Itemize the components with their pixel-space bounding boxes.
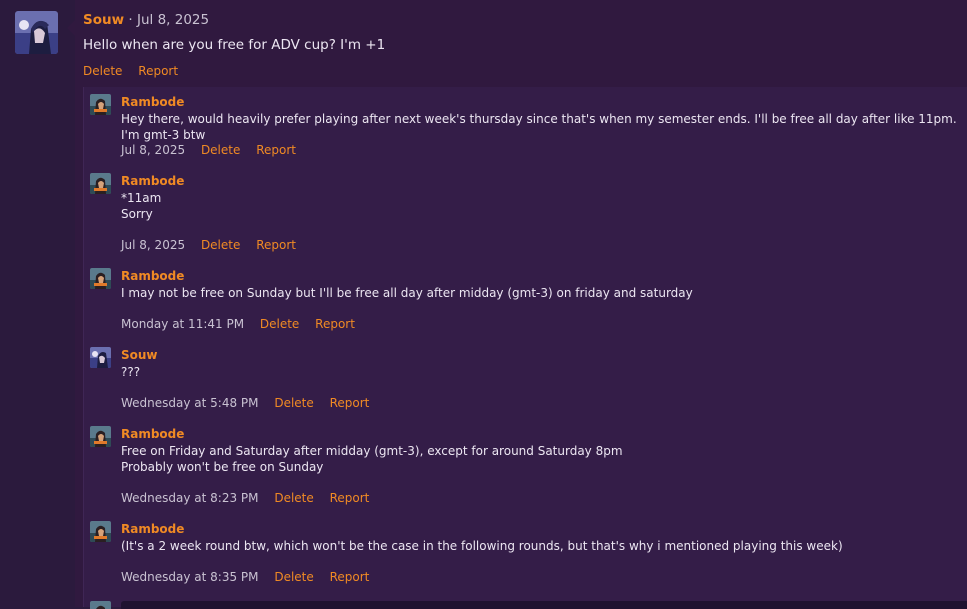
- reply-author[interactable]: Souw: [121, 348, 158, 362]
- delete-button[interactable]: Delete: [201, 238, 240, 252]
- avatar[interactable]: [15, 11, 58, 54]
- post-body: Hello when are you free for ADV cup? I'm…: [83, 37, 386, 53]
- reply-meta: Wednesday at 5:48 PM Delete Report: [121, 396, 381, 410]
- replies-list: Rambode Hey there, would heavily prefer …: [83, 87, 967, 609]
- reply-meta: Wednesday at 8:35 PM Delete Report: [121, 570, 381, 584]
- reply-date[interactable]: Jul 8, 2025: [121, 143, 185, 157]
- reply-author[interactable]: Rambode: [121, 269, 184, 283]
- reply-text: ???: [121, 365, 141, 379]
- avatar[interactable]: [90, 268, 111, 289]
- report-button[interactable]: Report: [330, 570, 370, 584]
- post-actions: Delete Report: [83, 64, 190, 78]
- avatar: [90, 601, 111, 609]
- avatar[interactable]: [90, 426, 111, 447]
- report-button[interactable]: Report: [138, 64, 178, 78]
- reply-author[interactable]: Rambode: [121, 522, 184, 536]
- avatar-column: [0, 0, 75, 607]
- avatar[interactable]: [90, 347, 111, 368]
- post-date[interactable]: Jul 8, 2025: [137, 12, 209, 28]
- reply-date[interactable]: Jul 8, 2025: [121, 238, 185, 252]
- reply-meta: Wednesday at 8:23 PM Delete Report: [121, 491, 381, 505]
- reply-text: Free on Friday and Saturday after midday…: [121, 444, 623, 474]
- report-button[interactable]: Report: [330, 491, 370, 505]
- post-header: Souw · Jul 8, 2025: [83, 12, 209, 28]
- reply-date[interactable]: Wednesday at 5:48 PM: [121, 396, 259, 410]
- delete-button[interactable]: Delete: [274, 570, 313, 584]
- reply-meta: Monday at 11:41 PM Delete Report: [121, 317, 367, 331]
- reply-author[interactable]: Rambode: [121, 95, 184, 109]
- reply-text: Hey there, would heavily prefer playing …: [121, 112, 957, 142]
- report-button[interactable]: Report: [256, 238, 296, 252]
- reply-text: *11am Sorry: [121, 191, 162, 221]
- delete-button[interactable]: Delete: [260, 317, 299, 331]
- reply-author[interactable]: Rambode: [121, 174, 184, 188]
- report-button[interactable]: Report: [315, 317, 355, 331]
- post-author[interactable]: Souw: [83, 12, 124, 28]
- reply-date[interactable]: Monday at 11:41 PM: [121, 317, 244, 331]
- avatar[interactable]: [90, 94, 111, 115]
- reply-input[interactable]: [121, 601, 967, 609]
- delete-button[interactable]: Delete: [83, 64, 122, 78]
- reply-date[interactable]: Wednesday at 8:23 PM: [121, 491, 259, 505]
- delete-button[interactable]: Delete: [274, 491, 313, 505]
- avatar[interactable]: [90, 521, 111, 542]
- report-button[interactable]: Report: [256, 143, 296, 157]
- reply-meta: Jul 8, 2025 Delete Report: [121, 238, 308, 252]
- reply-date[interactable]: Wednesday at 8:35 PM: [121, 570, 259, 584]
- reply-author[interactable]: Rambode: [121, 427, 184, 441]
- delete-button[interactable]: Delete: [274, 396, 313, 410]
- reply-meta: Jul 8, 2025 Delete Report: [121, 143, 308, 157]
- reply-text: I may not be free on Sunday but I'll be …: [121, 286, 693, 300]
- avatar[interactable]: [90, 173, 111, 194]
- post-separator: ·: [128, 12, 133, 28]
- reply-text: (It's a 2 week round btw, which won't be…: [121, 539, 843, 553]
- report-button[interactable]: Report: [330, 396, 370, 410]
- delete-button[interactable]: Delete: [201, 143, 240, 157]
- post-pointer: [67, 20, 75, 36]
